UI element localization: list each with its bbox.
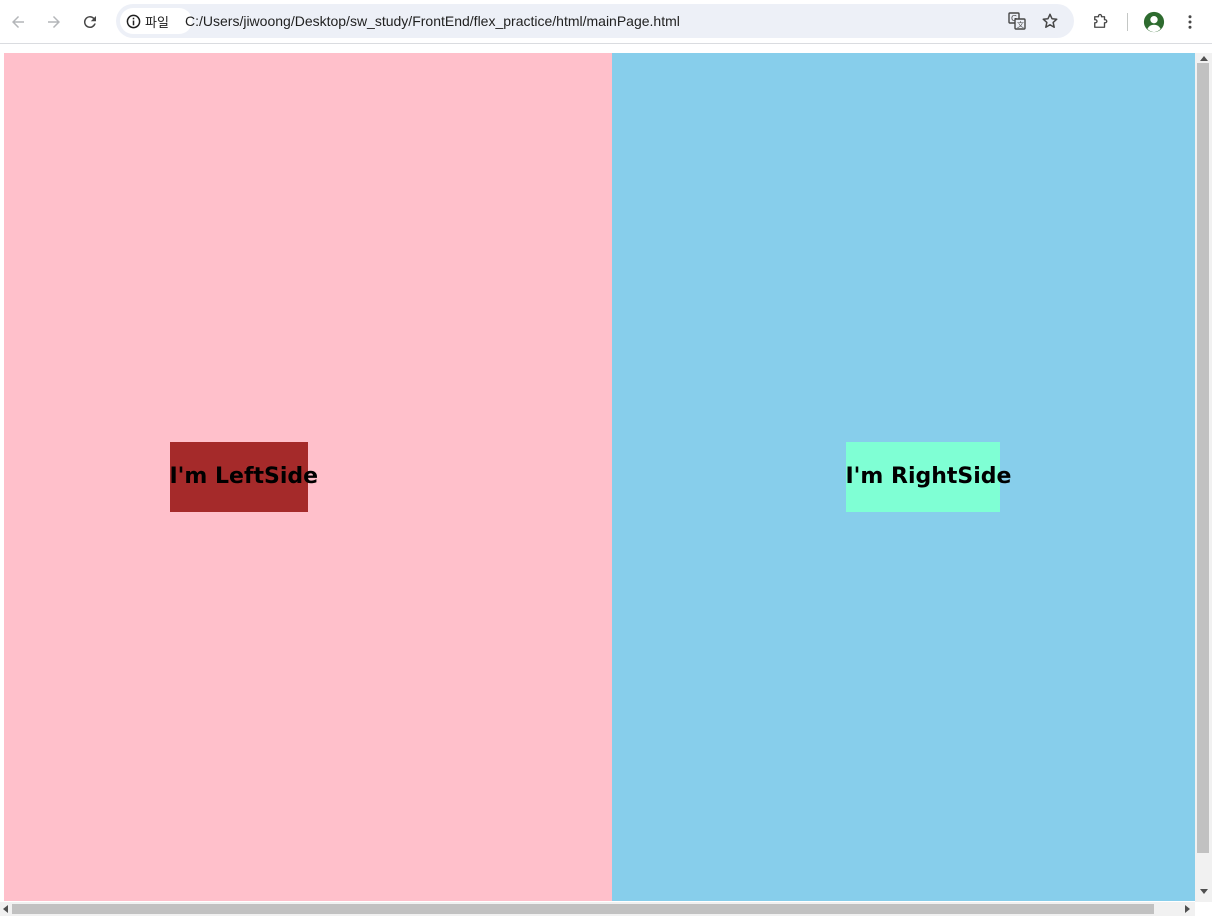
svg-text:文: 文 [1017,20,1024,29]
scroll-down-arrow-icon[interactable] [1200,889,1208,894]
menu-button[interactable] [1175,7,1205,37]
reload-icon [83,16,96,29]
info-icon [126,14,141,28]
menu-icon [1188,15,1192,29]
site-info-chip[interactable]: 파일 [120,8,192,34]
horizontal-scrollbar[interactable] [0,902,1195,916]
left-side-pane: I'm LeftSide [4,53,612,901]
scroll-right-arrow-icon[interactable] [1185,905,1190,913]
left-side-box: I'm LeftSide [169,442,318,512]
extensions-icon [1094,13,1108,28]
vertical-scrollbar[interactable] [1195,53,1212,902]
scroll-left-arrow-icon[interactable] [3,905,8,913]
star-icon [1042,13,1058,28]
address-bar[interactable]: 파일 C:/Users/jiwoong/Desktop/sw_study/Fro… [116,4,1074,38]
browser-toolbar: 파일 C:/Users/jiwoong/Desktop/sw_study/Fro… [0,0,1212,44]
horizontal-scroll-thumb[interactable] [12,904,1154,914]
back-icon [12,16,24,28]
right-side-pane: I'm RightSide [612,53,1195,901]
forward-button[interactable] [39,7,69,37]
bookmark-button[interactable] [1039,10,1061,32]
vertical-scroll-thumb[interactable] [1197,63,1209,853]
translate-icon: G文 [1008,12,1026,30]
translate-button[interactable]: G文 [1006,10,1028,32]
scrollbar-corner [1195,902,1212,916]
security-chip-label: 파일 [145,15,169,31]
extensions-button[interactable] [1085,7,1115,37]
page-viewport: I'm LeftSide I'm RightSide [4,53,1195,901]
url-text[interactable]: C:/Users/jiwoong/Desktop/sw_study/FrontE… [185,4,680,38]
reload-button[interactable] [75,7,105,37]
toolbar-divider [1127,13,1128,31]
back-button[interactable] [3,7,33,37]
scroll-up-arrow-icon[interactable] [1200,56,1208,61]
right-side-box: I'm RightSide [845,442,1011,512]
forward-icon [48,16,60,28]
profile-button[interactable] [1139,7,1169,37]
profile-icon [1143,11,1165,33]
